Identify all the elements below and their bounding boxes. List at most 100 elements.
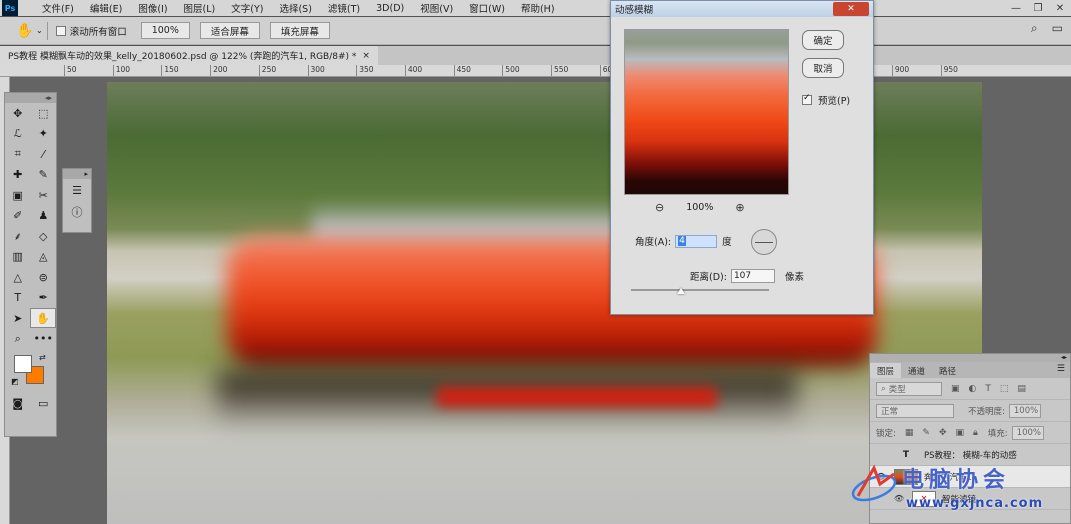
search-icon[interactable]: ⌕ <box>1031 21 1038 36</box>
layer-kind-filter[interactable]: ⌕ 类型 <box>876 381 942 396</box>
filter-shape-icon[interactable]: ⬚ <box>1000 384 1009 394</box>
menu-file[interactable]: 文件(F) <box>34 1 82 15</box>
menu-help[interactable]: 帮助(H) <box>513 1 563 15</box>
layer-kind-filter-value: 类型 <box>888 384 906 395</box>
angle-value: 4 <box>678 236 686 246</box>
healing-brush-tool-icon[interactable]: ✚ <box>5 165 31 185</box>
properties-panel-icon[interactable]: ☰ <box>63 179 91 201</box>
menu-image[interactable]: 图像(I) <box>130 1 175 15</box>
fit-screen-button[interactable]: 适合屏幕 <box>199 22 260 39</box>
eraser-tool-icon[interactable]: ◇ <box>31 226 57 246</box>
layer-row[interactable]: 👁︎ ✕ 智能滤镜 <box>870 488 1070 510</box>
ok-button[interactable]: 确定 <box>802 30 844 50</box>
dialog-titlebar[interactable]: 动感模糊 ✕ <box>611 1 873 17</box>
layer-row[interactable]: T PS教程： 模糊-车的动感 <box>870 444 1070 466</box>
minimize-icon[interactable]: — <box>1005 0 1027 16</box>
screen-mode-icon[interactable]: ▭ <box>31 393 57 413</box>
window-close-icon[interactable]: ✕ <box>1049 0 1071 16</box>
magic-wand-tool-icon[interactable]: ✦ <box>31 124 57 144</box>
filter-type-icon[interactable]: T <box>985 384 991 394</box>
layers-panel-grip[interactable]: ◂▸ <box>870 354 1070 362</box>
brush-tool-icon[interactable]: ✎ <box>31 165 57 185</box>
path-select-tool-icon[interactable]: ➤ <box>5 308 30 328</box>
lock-transparent-icon[interactable]: ▦ <box>905 428 914 438</box>
zoom-100-button[interactable]: 100% <box>140 22 190 39</box>
lock-position-icon[interactable]: ✥ <box>939 428 947 438</box>
info-panel-icon[interactable]: ⓘ <box>63 201 91 223</box>
tab-channels[interactable]: 通道 <box>901 363 932 378</box>
eyedropper-tool-icon[interactable]: ⁄ <box>31 144 57 164</box>
lock-artboard-icon[interactable]: ▣ <box>955 428 964 438</box>
hand-tool-active-icon[interactable]: ✋ <box>30 308 56 328</box>
toolbox-grip[interactable]: ◂▸ <box>5 93 56 103</box>
lock-pixels-icon[interactable]: ✎ <box>922 428 930 438</box>
layer-row[interactable]: 👁︎ 奔跑的汽车1 <box>870 466 1070 488</box>
dialog-close-icon[interactable]: ✕ <box>833 2 869 16</box>
lasso-tool-icon[interactable]: ℒ <box>5 124 31 144</box>
hand-tool-icon[interactable]: ✋ <box>14 20 36 42</box>
distance-slider[interactable] <box>631 288 769 294</box>
eye-icon[interactable]: 👁︎ <box>874 472 888 481</box>
filter-smart-object-icon[interactable]: ▤ <box>1017 384 1026 394</box>
quick-mask-icon[interactable]: ◙ <box>5 393 31 413</box>
menu-window[interactable]: 窗口(W) <box>461 1 513 15</box>
document-tab[interactable]: PS教程 模糊飘车动的效果_kelly_20180602.psd @ 122% … <box>0 46 378 65</box>
tab-paths[interactable]: 路径 <box>932 363 963 378</box>
pen-tool-icon[interactable]: ✒ <box>31 288 57 308</box>
menu-3d[interactable]: 3D(D) <box>368 3 412 14</box>
blend-mode-select[interactable]: 正常 <box>876 403 954 418</box>
workspace-icon[interactable]: ▭ <box>1052 21 1063 36</box>
gradient-tool-icon[interactable]: ▥ <box>5 247 31 267</box>
pencil-tool-icon[interactable]: ✐ <box>5 206 31 226</box>
preview-checkbox[interactable] <box>802 93 812 105</box>
marquee-tool-icon[interactable]: ⬚ <box>31 103 57 123</box>
menu-type[interactable]: 文字(Y) <box>223 1 271 15</box>
dodge-tool-icon[interactable]: ⊜ <box>31 267 57 287</box>
default-colors-icon[interactable]: ◩ <box>11 377 19 386</box>
menu-filter[interactable]: 滤镜(T) <box>320 1 368 15</box>
menu-edit[interactable]: 编辑(E) <box>82 1 130 15</box>
angle-dial[interactable] <box>751 229 777 255</box>
history-brush-tool-icon[interactable]: ✂ <box>31 185 57 205</box>
foreground-color-swatch[interactable] <box>14 355 32 373</box>
ruler-tick-line <box>502 65 504 76</box>
menu-layer[interactable]: 图层(L) <box>176 1 224 15</box>
fill-input[interactable]: 100% <box>1011 425 1044 440</box>
move-tool-icon[interactable]: ✥ <box>5 103 31 123</box>
filter-pixel-icon[interactable]: ▣ <box>951 384 960 394</box>
crop-tool-icon[interactable]: ⌗ <box>5 144 31 164</box>
menu-select[interactable]: 选择(S) <box>271 1 319 15</box>
opacity-input[interactable]: 100% <box>1008 403 1041 418</box>
menu-view[interactable]: 视图(V) <box>412 1 461 15</box>
sharpen-tool-icon[interactable]: △ <box>5 267 31 287</box>
clone-stamp-tool-icon[interactable]: ▣ <box>5 185 31 205</box>
scroll-all-windows-checkbox[interactable] <box>55 25 66 36</box>
blur-tool-icon[interactable]: ◬ <box>31 247 57 267</box>
panel-dock-grip[interactable]: ▸ <box>63 169 91 179</box>
lock-all-icon[interactable]: 🔒︎ <box>973 428 978 438</box>
restore-icon[interactable]: ❐ <box>1027 0 1049 16</box>
search-icon: ⌕ <box>881 383 886 394</box>
preview-toggle[interactable]: 预览(P) <box>802 93 850 107</box>
panel-menu-icon[interactable]: ☰ <box>1057 364 1065 374</box>
ruler-tick-line <box>599 65 601 76</box>
type-tool-icon[interactable]: T <box>5 288 31 308</box>
close-tab-icon[interactable]: × <box>362 51 370 61</box>
swap-colors-icon[interactable]: ⇄ <box>39 353 46 362</box>
more-tools-icon[interactable]: ••• <box>31 329 57 349</box>
zoom-in-icon[interactable]: ⊕ <box>735 201 744 214</box>
stamp-tool-icon[interactable]: ♟ <box>31 206 57 226</box>
tool-preset-chevron-icon[interactable]: ⌄ <box>36 26 43 35</box>
zoom-out-icon[interactable]: ⊖ <box>655 201 664 214</box>
angle-input[interactable]: 4 <box>675 234 718 248</box>
cancel-button[interactable]: 取消 <box>802 58 844 78</box>
tab-layers[interactable]: 图层 <box>870 363 902 378</box>
art-brush-tool-icon[interactable]: ⸙ <box>5 226 31 246</box>
zoom-tool-icon[interactable]: ⌕ <box>5 329 31 349</box>
fill-screen-button[interactable]: 填充屏幕 <box>269 22 330 39</box>
filter-preview[interactable] <box>624 29 789 195</box>
distance-input[interactable]: 107 <box>730 269 775 283</box>
filter-adjustment-icon[interactable]: ◐ <box>969 384 977 394</box>
distance-slider-handle[interactable] <box>676 288 685 294</box>
eye-icon[interactable]: 👁︎ <box>892 494 906 503</box>
